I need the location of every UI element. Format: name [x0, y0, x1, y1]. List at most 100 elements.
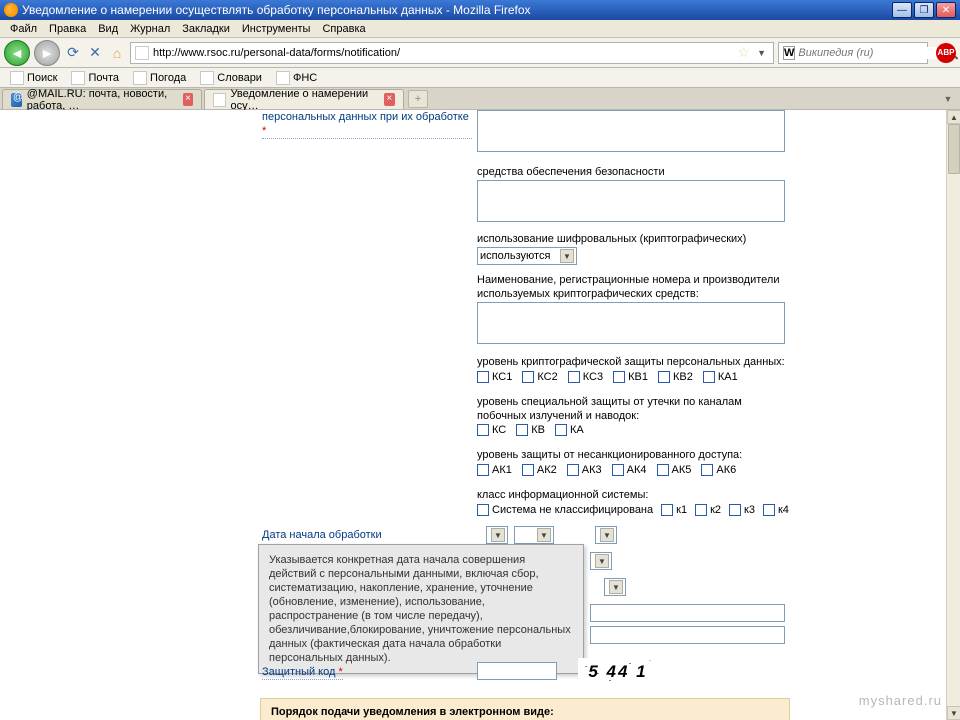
label-captcha: Защитный код *	[262, 665, 343, 680]
menu-tools[interactable]: Инструменты	[236, 21, 317, 37]
menu-bookmarks[interactable]: Закладки	[176, 21, 236, 37]
tab-close-icon[interactable]: ×	[183, 93, 193, 106]
checkbox-kv1[interactable]: КВ1	[613, 371, 648, 383]
row-sys-classes: Система не классифицирована к1 к2 к3 к4	[477, 504, 789, 516]
select-day[interactable]: ▼	[486, 526, 508, 544]
notice-box: Порядок подачи уведомления в электронном…	[260, 698, 790, 720]
url-bar[interactable]: ☆ ▼	[130, 42, 774, 64]
chevron-down-icon: ▼	[560, 249, 574, 263]
page-icon	[10, 71, 24, 85]
scroll-thumb[interactable]	[948, 124, 960, 174]
select-month[interactable]: ▼	[514, 526, 554, 544]
scroll-down-icon[interactable]: ▼	[947, 706, 960, 720]
select-value: используются	[480, 250, 550, 262]
checkbox-kc[interactable]: КС	[477, 424, 506, 436]
page-icon	[71, 71, 85, 85]
adblock-icon[interactable]: ABP	[936, 43, 956, 63]
chevron-down-icon: ▼	[600, 528, 614, 542]
textarea-crypto-names[interactable]	[477, 302, 785, 344]
tab-list-button[interactable]: ▼	[940, 91, 956, 107]
wikipedia-icon: W	[783, 46, 795, 60]
select-crypto-use[interactable]: используются ▼	[477, 247, 577, 265]
checkbox-kv2[interactable]: КВ2	[658, 371, 693, 383]
home-button[interactable]: ⌂	[108, 44, 126, 62]
url-input[interactable]	[153, 47, 734, 59]
page-icon	[133, 71, 147, 85]
bookmark-item[interactable]: Поиск	[4, 70, 63, 86]
checkbox-ak1[interactable]: АК1	[477, 464, 512, 476]
checkbox-ak3[interactable]: АК3	[567, 464, 602, 476]
checkbox-not-classified[interactable]: Система не классифицирована	[477, 504, 653, 516]
nav-toolbar: ◄ ► ⟳ ✕ ⌂ ☆ ▼ W 🔍 ABP	[0, 38, 960, 68]
checkbox-k3[interactable]: к3	[729, 504, 755, 516]
urlbar-dropdown-icon[interactable]: ▼	[754, 48, 769, 58]
select-tertiary[interactable]: ▼	[604, 578, 626, 596]
label-security-means: средства обеспечения безопасности	[477, 165, 665, 179]
checkbox-ak4[interactable]: АК4	[612, 464, 647, 476]
checkbox-ak6[interactable]: АК6	[701, 464, 736, 476]
bookmark-item[interactable]: Словари	[194, 70, 268, 86]
window-title: Уведомление о намерении осуществлять обр…	[22, 3, 892, 17]
back-button[interactable]: ◄	[4, 40, 30, 66]
checkbox-ak2[interactable]: АК2	[522, 464, 557, 476]
checkbox-kv[interactable]: КВ	[516, 424, 545, 436]
tooltip-start-date: Указывается конкретная дата начала совер…	[258, 544, 584, 674]
page-content: персональных данных при их обработке * с…	[0, 110, 946, 720]
new-tab-button[interactable]: +	[408, 90, 428, 108]
menu-file[interactable]: Файл	[4, 21, 43, 37]
bookmark-item[interactable]: Погода	[127, 70, 192, 86]
row-crypto-levels: КС1 КС2 КС3 КВ1 КВ2 КА1	[477, 371, 738, 383]
menu-view[interactable]: Вид	[92, 21, 124, 37]
minimize-button[interactable]: —	[892, 2, 912, 18]
search-input[interactable]	[798, 47, 941, 59]
watermark: myshared.ru	[859, 693, 942, 708]
text-input-1[interactable]	[590, 604, 785, 622]
label-processing: персональных данных при их обработке *	[262, 110, 472, 139]
textarea-security-means[interactable]	[477, 180, 785, 222]
label-crypto-names: Наименование, регистрационные номера и п…	[477, 273, 787, 301]
chevron-down-icon: ▼	[491, 528, 505, 542]
maximize-button[interactable]: ❐	[914, 2, 934, 18]
checkbox-kc1[interactable]: КС1	[477, 371, 512, 383]
row-leak-levels: КС КВ КА	[477, 424, 584, 436]
page-icon	[213, 93, 226, 107]
bookmark-item[interactable]: ФНС	[270, 70, 323, 86]
checkbox-k4[interactable]: к4	[763, 504, 789, 516]
select-year[interactable]: ▼	[595, 526, 617, 544]
checkbox-k1[interactable]: к1	[661, 504, 687, 516]
checkbox-kc2[interactable]: КС2	[522, 371, 557, 383]
menu-help[interactable]: Справка	[316, 21, 371, 37]
tab-label: @MAIL.RU: почта, новости, работа, …	[27, 88, 178, 112]
search-box[interactable]: W 🔍	[778, 42, 928, 64]
page-icon	[276, 71, 290, 85]
reload-button[interactable]: ⟳	[64, 44, 82, 62]
menu-history[interactable]: Журнал	[124, 21, 176, 37]
chevron-down-icon: ▼	[537, 528, 551, 542]
row-unauth-levels: АК1 АК2 АК3 АК4 АК5 АК6	[477, 464, 736, 476]
scroll-up-icon[interactable]: ▲	[947, 110, 960, 124]
checkbox-ka[interactable]: КА	[555, 424, 584, 436]
checkbox-k2[interactable]: к2	[695, 504, 721, 516]
tab-bar: @MAIL.RU: почта, новости, работа, … × Ув…	[0, 88, 960, 110]
bookmark-star-icon[interactable]: ☆	[738, 44, 751, 61]
tab-notification[interactable]: Уведомление о намерении осу… ×	[204, 89, 404, 109]
textarea-processing[interactable]	[477, 110, 785, 152]
checkbox-kc3[interactable]: КС3	[568, 371, 603, 383]
window-titlebar: Уведомление о намерении осуществлять обр…	[0, 0, 960, 20]
forward-button[interactable]: ►	[34, 40, 60, 66]
checkbox-ka1[interactable]: КА1	[703, 371, 738, 383]
site-icon	[135, 46, 149, 60]
tab-close-icon[interactable]: ×	[384, 93, 395, 106]
checkbox-ak5[interactable]: АК5	[657, 464, 692, 476]
select-secondary[interactable]: ▼	[590, 552, 612, 570]
notice-title: Порядок подачи уведомления в электронном…	[271, 706, 554, 718]
tab-mailru[interactable]: @MAIL.RU: почта, новости, работа, … ×	[2, 89, 202, 109]
text-input-2[interactable]	[590, 626, 785, 644]
close-button[interactable]: ✕	[936, 2, 956, 18]
bookmark-item[interactable]: Почта	[65, 70, 125, 86]
captcha-input[interactable]	[477, 662, 557, 680]
vertical-scrollbar[interactable]: ▲ ▼	[946, 110, 960, 720]
stop-button[interactable]: ✕	[86, 44, 104, 62]
bookmarks-toolbar: Поиск Почта Погода Словари ФНС	[0, 68, 960, 88]
menu-edit[interactable]: Правка	[43, 21, 92, 37]
